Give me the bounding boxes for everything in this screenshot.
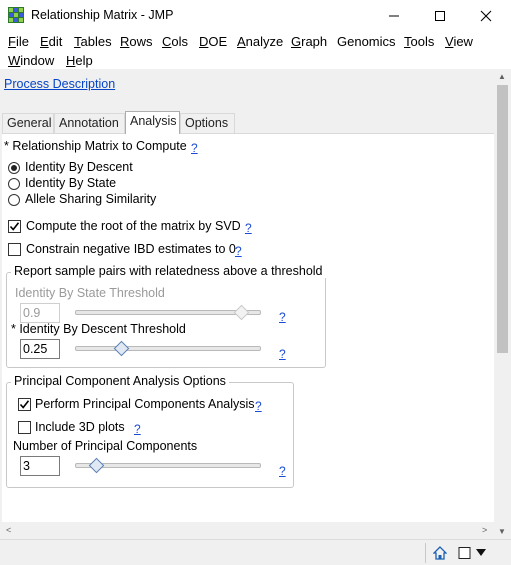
- pca-group-title: Principal Component Analysis Options: [11, 374, 229, 388]
- constrain-checkbox[interactable]: [8, 243, 21, 256]
- threshold-group: Report sample pairs with relatedness abo…: [6, 264, 326, 368]
- analysis-panel: * Relationship Matrix to Compute ? Ident…: [2, 133, 494, 522]
- close-button[interactable]: [463, 0, 509, 31]
- tab-general[interactable]: General: [2, 113, 54, 134]
- menu-genomics[interactable]: Genomics: [337, 33, 396, 50]
- svd-help-link[interactable]: ?: [245, 221, 252, 235]
- scroll-down-icon[interactable]: ▼: [498, 527, 506, 536]
- radio-label-ibs: Identity By State: [25, 176, 117, 190]
- menu-edit[interactable]: Edit: [40, 33, 62, 50]
- title-bar: Relationship Matrix - JMP: [0, 0, 511, 31]
- plots-help-link[interactable]: ?: [134, 422, 141, 436]
- minimize-button[interactable]: [371, 0, 417, 31]
- ibs-slider-thumb[interactable]: [234, 304, 250, 321]
- ibd-threshold-slider[interactable]: [75, 346, 261, 351]
- svd-checkbox[interactable]: [8, 220, 21, 233]
- scroll-up-icon[interactable]: ▲: [498, 72, 506, 81]
- vertical-scroll-thumb[interactable]: [497, 85, 508, 353]
- perform-pca-label: Perform Principal Components Analysis: [35, 397, 255, 411]
- matrix-help-link[interactable]: ?: [191, 141, 198, 155]
- svd-label: Compute the root of the matrix by SVD: [26, 219, 241, 233]
- process-description-link[interactable]: Process Description: [4, 77, 115, 91]
- radio-identity-by-state[interactable]: [8, 178, 20, 190]
- perform-pca-help-link[interactable]: ?: [255, 399, 262, 413]
- threshold-group-title: Report sample pairs with relatedness abo…: [11, 264, 326, 278]
- perform-pca-checkbox[interactable]: [18, 398, 31, 411]
- ibd-threshold-label: * Identity By Descent Threshold: [11, 322, 186, 336]
- constrain-help-link[interactable]: ?: [235, 244, 242, 258]
- ibs-threshold-label: Identity By State Threshold: [15, 286, 165, 300]
- ibs-help-link[interactable]: ?: [279, 310, 286, 324]
- menu-tools[interactable]: Tools: [404, 33, 434, 50]
- include-3d-plots-label: Include 3D plots: [35, 420, 125, 434]
- chevron-down-icon[interactable]: [476, 549, 486, 557]
- menu-help[interactable]: Help: [66, 52, 93, 69]
- maximize-button[interactable]: [417, 0, 463, 31]
- ibd-threshold-field[interactable]: 0.25: [20, 339, 60, 359]
- menu-doe[interactable]: DOE: [199, 33, 227, 50]
- menu-cols[interactable]: Cols: [162, 33, 188, 50]
- num-components-label: Number of Principal Components: [13, 439, 198, 453]
- window-list-icon[interactable]: [458, 546, 472, 560]
- dialog-content: Process Description General Annotation A…: [0, 69, 494, 522]
- scroll-right-icon[interactable]: >: [482, 525, 487, 535]
- minimize-icon: [389, 15, 399, 16]
- pca-group: Principal Component Analysis Options Per…: [6, 374, 294, 488]
- status-bar: [0, 539, 511, 565]
- ibd-slider-thumb[interactable]: [113, 340, 129, 357]
- menu-file[interactable]: File: [8, 33, 29, 50]
- menu-rows[interactable]: Rows: [120, 33, 153, 50]
- num-components-help-link[interactable]: ?: [279, 464, 286, 478]
- maximize-icon: [435, 10, 445, 21]
- home-icon[interactable]: [433, 546, 447, 560]
- num-components-field[interactable]: 3: [20, 456, 60, 476]
- tab-annotation[interactable]: Annotation: [54, 113, 125, 134]
- ibd-help-link[interactable]: ?: [279, 347, 286, 361]
- num-components-slider-thumb[interactable]: [89, 457, 105, 474]
- ibs-threshold-field[interactable]: 0.9: [20, 303, 60, 323]
- window-title: Relationship Matrix - JMP: [31, 8, 174, 22]
- menu-graph[interactable]: Graph: [291, 33, 327, 50]
- jmp-app-icon: [8, 7, 24, 23]
- menu-analyze[interactable]: Analyze: [237, 33, 283, 50]
- checkmark-icon: [19, 400, 30, 409]
- radio-label-ibd: Identity By Descent: [25, 160, 133, 174]
- include-3d-plots-checkbox[interactable]: [18, 421, 31, 434]
- tab-options[interactable]: Options: [180, 113, 235, 134]
- radio-allele-sharing[interactable]: [8, 194, 20, 206]
- radio-identity-by-descent[interactable]: [8, 162, 20, 174]
- status-separator: [425, 543, 426, 563]
- close-icon: [480, 10, 492, 21]
- menu-window[interactable]: Window: [8, 52, 54, 69]
- scroll-left-icon[interactable]: <: [6, 525, 11, 535]
- radio-label-allele: Allele Sharing Similarity: [25, 192, 157, 206]
- horizontal-scrollbar[interactable]: < >: [0, 522, 494, 539]
- vertical-scrollbar[interactable]: ▲ ▼: [494, 69, 511, 539]
- menu-view[interactable]: View: [445, 33, 473, 50]
- menu-bar: File Edit Tables Rows Cols DOE Analyze Graph Gen…: [0, 31, 511, 69]
- matrix-to-compute-label: * Relationship Matrix to Compute: [4, 139, 187, 153]
- constrain-label: Constrain negative IBD estimates to 0: [26, 242, 236, 256]
- checkmark-icon: [9, 222, 20, 231]
- menu-tables[interactable]: Tables: [74, 33, 112, 50]
- tab-analysis[interactable]: Analysis: [125, 111, 180, 134]
